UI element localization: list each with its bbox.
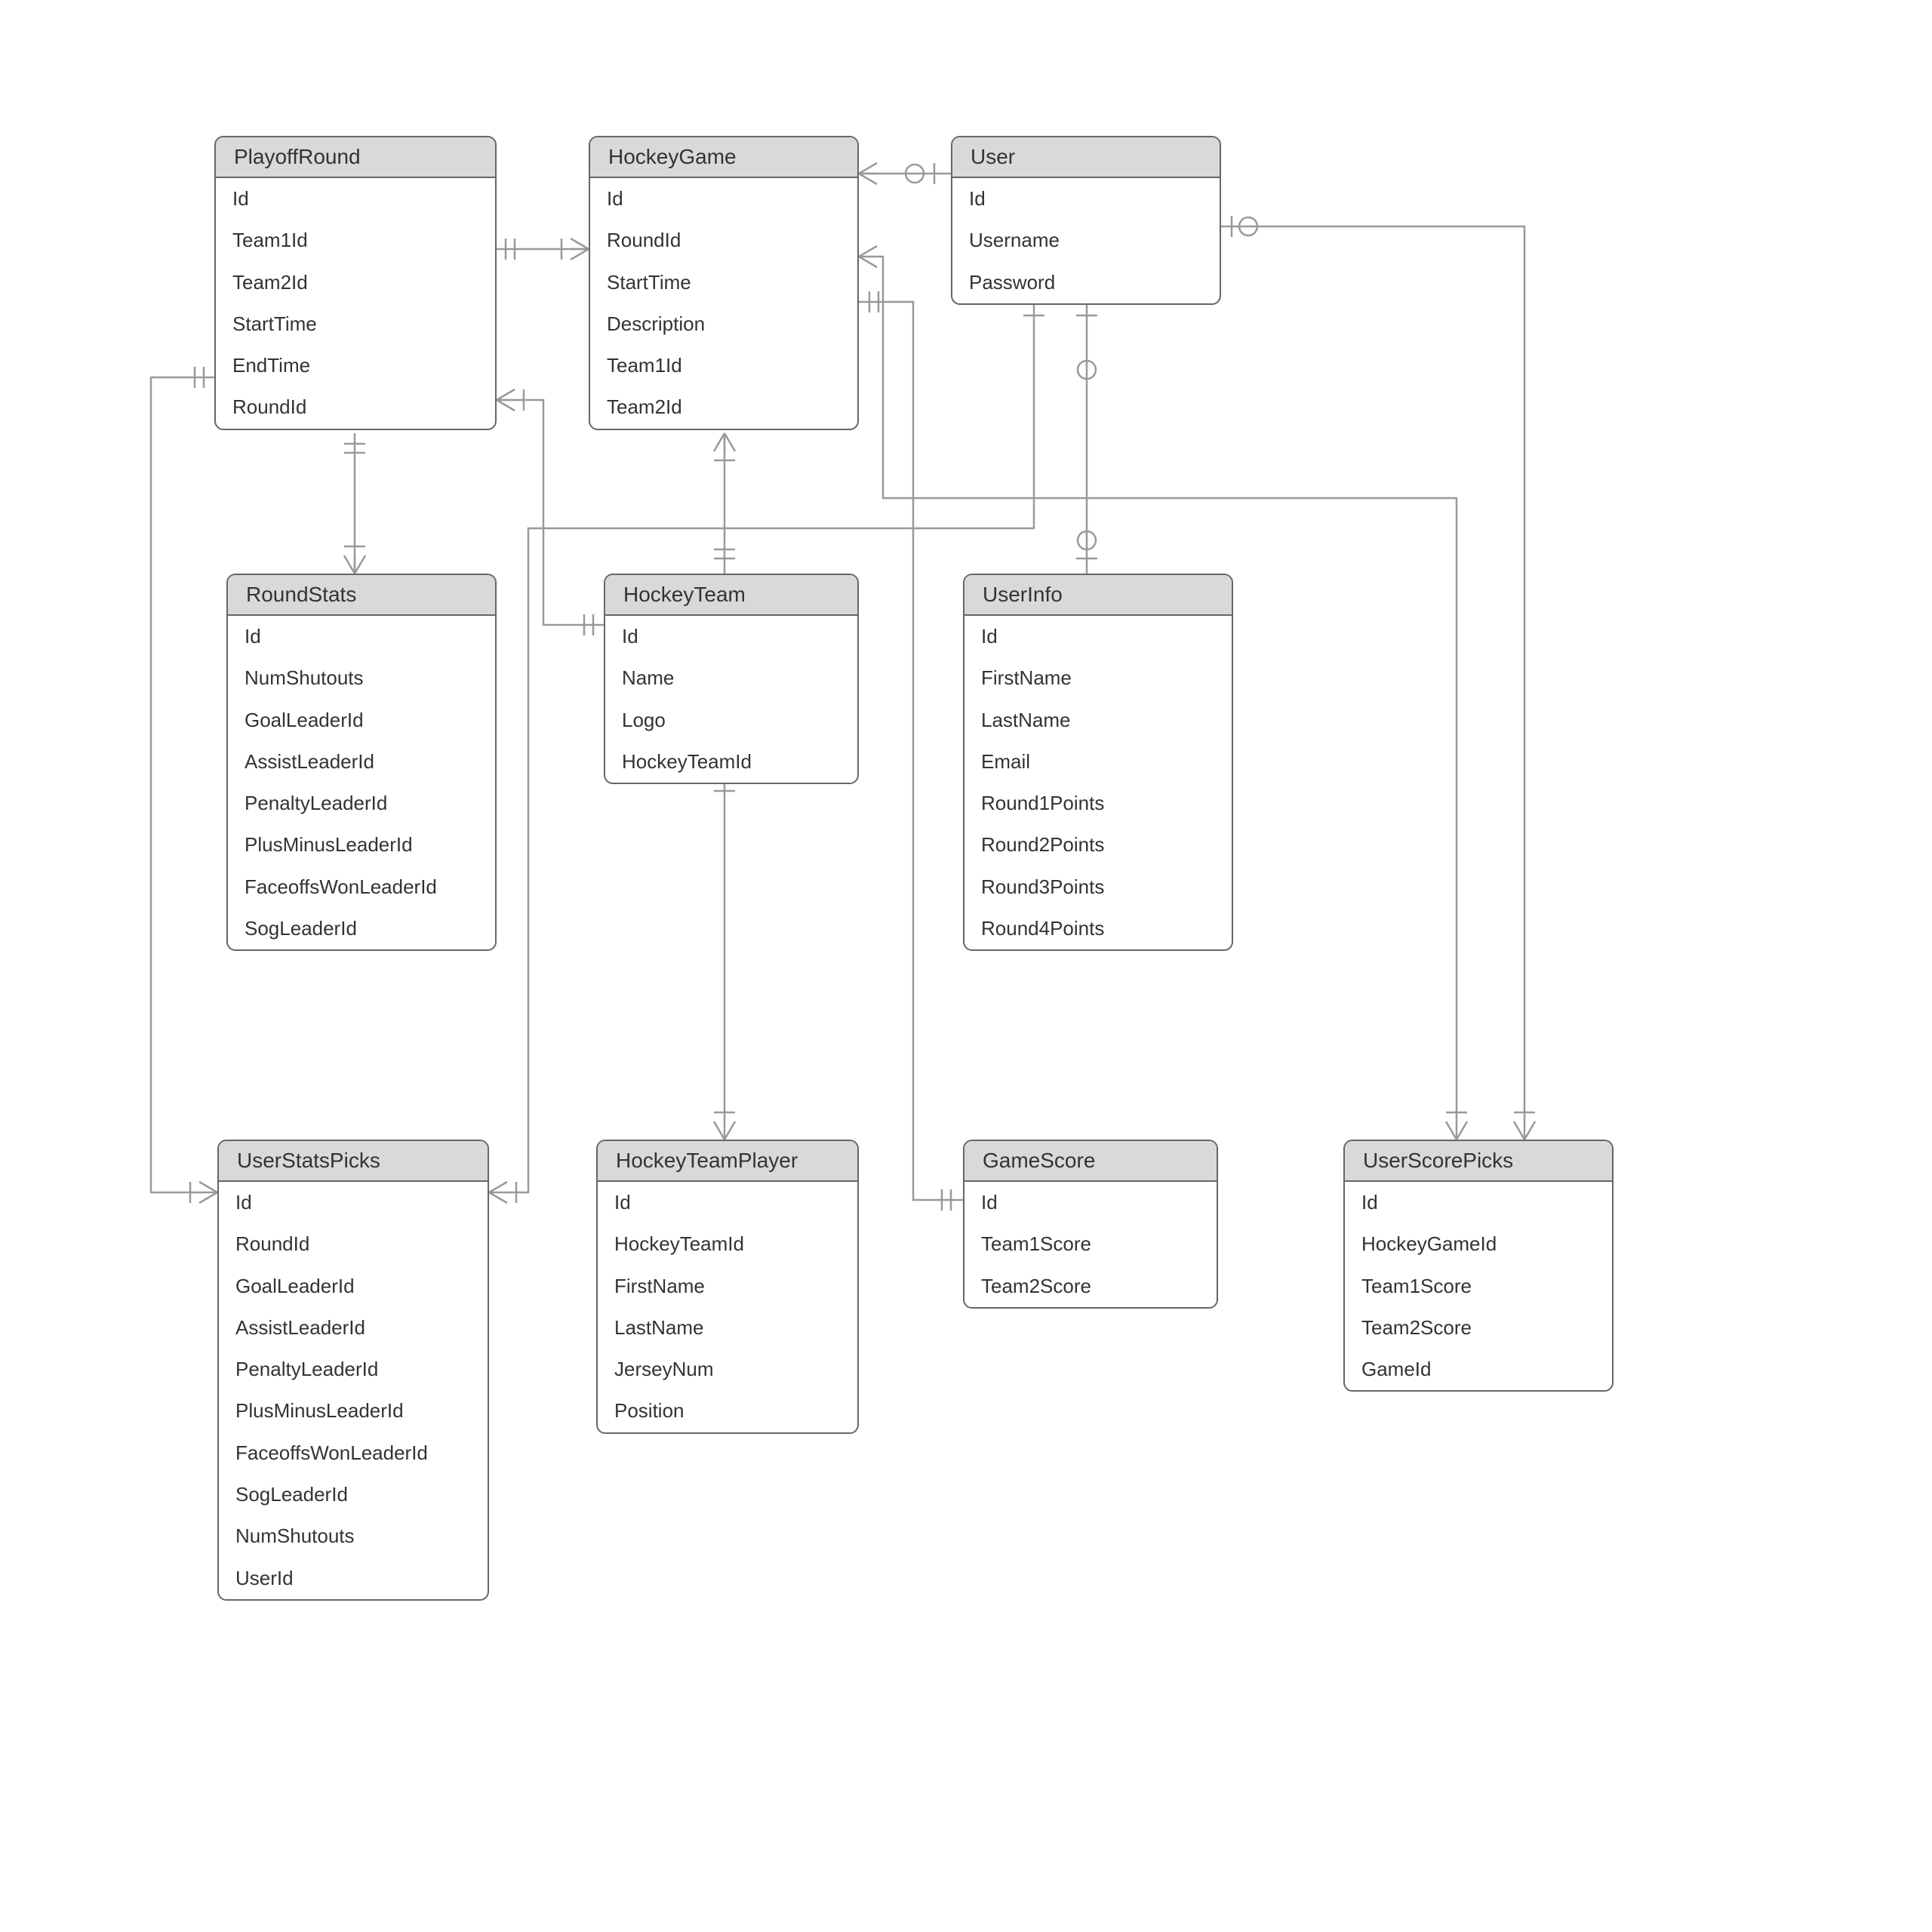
- table-field: PlusMinusLeaderId: [219, 1390, 488, 1432]
- table-field: RoundId: [216, 386, 495, 428]
- table-title: User: [952, 137, 1220, 178]
- table-fields: IdNameLogoHockeyTeamId: [605, 616, 857, 783]
- table-fields: IdUsernamePassword: [952, 178, 1220, 303]
- table-field: StartTime: [216, 303, 495, 345]
- table-field: Team2Score: [1345, 1307, 1612, 1349]
- table-field: Password: [952, 262, 1220, 303]
- table-fields: IdRoundIdStartTimeDescriptionTeam1IdTeam…: [590, 178, 857, 429]
- table-userinfo: UserInfo IdFirstNameLastNameEmailRound1P…: [963, 574, 1233, 951]
- table-userscorepicks: UserScorePicks IdHockeyGameIdTeam1ScoreT…: [1343, 1140, 1614, 1392]
- table-field: Logo: [605, 700, 857, 741]
- table-field: Id: [952, 178, 1220, 220]
- table-field: Team1Score: [964, 1223, 1217, 1265]
- table-field: JerseyNum: [598, 1349, 857, 1390]
- table-hockeyteam: HockeyTeam IdNameLogoHockeyTeamId: [604, 574, 859, 784]
- table-title: GameScore: [964, 1141, 1217, 1182]
- table-field: Team1Id: [590, 345, 857, 386]
- table-field: LastName: [598, 1307, 857, 1349]
- table-field: Email: [964, 741, 1232, 783]
- table-title: UserStatsPicks: [219, 1141, 488, 1182]
- table-fields: IdNumShutoutsGoalLeaderIdAssistLeaderIdP…: [228, 616, 495, 949]
- table-title: RoundStats: [228, 575, 495, 616]
- table-field: EndTime: [216, 345, 495, 386]
- table-field: Round4Points: [964, 908, 1232, 949]
- table-field: Round3Points: [964, 866, 1232, 908]
- table-field: LastName: [964, 700, 1232, 741]
- table-fields: IdTeam1ScoreTeam2Score: [964, 1182, 1217, 1307]
- table-user: User IdUsernamePassword: [951, 136, 1221, 305]
- table-field: Round1Points: [964, 783, 1232, 824]
- table-field: HockeyTeamId: [605, 741, 857, 783]
- table-hockeyteamplayer: HockeyTeamPlayer IdHockeyTeamIdFirstName…: [596, 1140, 859, 1434]
- table-field: PlusMinusLeaderId: [228, 824, 495, 866]
- table-roundstats: RoundStats IdNumShutoutsGoalLeaderIdAssi…: [226, 574, 497, 951]
- table-field: GoalLeaderId: [228, 700, 495, 741]
- table-field: Username: [952, 220, 1220, 261]
- table-fields: IdHockeyGameIdTeam1ScoreTeam2ScoreGameId: [1345, 1182, 1612, 1390]
- table-field: Id: [964, 616, 1232, 657]
- table-playoffround: PlayoffRound IdTeam1IdTeam2IdStartTimeEn…: [214, 136, 497, 430]
- table-field: Team1Score: [1345, 1266, 1612, 1307]
- table-field: Id: [605, 616, 857, 657]
- table-field: FirstName: [964, 657, 1232, 699]
- table-gamescore: GameScore IdTeam1ScoreTeam2Score: [963, 1140, 1218, 1309]
- table-field: GameId: [1345, 1349, 1612, 1390]
- table-field: FirstName: [598, 1266, 857, 1307]
- table-field: NumShutouts: [228, 657, 495, 699]
- table-field: GoalLeaderId: [219, 1266, 488, 1307]
- table-field: Round2Points: [964, 824, 1232, 866]
- table-fields: IdRoundIdGoalLeaderIdAssistLeaderIdPenal…: [219, 1182, 488, 1599]
- table-fields: IdFirstNameLastNameEmailRound1PointsRoun…: [964, 616, 1232, 949]
- table-userstatspicks: UserStatsPicks IdRoundIdGoalLeaderIdAssi…: [217, 1140, 489, 1601]
- table-field: SogLeaderId: [219, 1474, 488, 1515]
- table-field: Id: [216, 178, 495, 220]
- er-diagram: PlayoffRound IdTeam1IdTeam2IdStartTimeEn…: [0, 0, 1932, 1932]
- table-field: HockeyTeamId: [598, 1223, 857, 1265]
- table-field: RoundId: [590, 220, 857, 261]
- table-title: HockeyTeam: [605, 575, 857, 616]
- table-field: PenaltyLeaderId: [228, 783, 495, 824]
- table-field: Id: [590, 178, 857, 220]
- table-field: Team2Id: [590, 386, 857, 428]
- table-field: AssistLeaderId: [228, 741, 495, 783]
- table-fields: IdTeam1IdTeam2IdStartTimeEndTimeRoundId: [216, 178, 495, 429]
- table-field: SogLeaderId: [228, 908, 495, 949]
- table-field: UserId: [219, 1558, 488, 1599]
- table-title: PlayoffRound: [216, 137, 495, 178]
- table-field: Team1Id: [216, 220, 495, 261]
- table-field: RoundId: [219, 1223, 488, 1265]
- table-field: Position: [598, 1390, 857, 1432]
- table-title: UserInfo: [964, 575, 1232, 616]
- table-title: UserScorePicks: [1345, 1141, 1612, 1182]
- table-field: Team2Score: [964, 1266, 1217, 1307]
- table-field: FaceoffsWonLeaderId: [219, 1432, 488, 1474]
- table-field: Id: [598, 1182, 857, 1223]
- table-field: StartTime: [590, 262, 857, 303]
- table-field: Team2Id: [216, 262, 495, 303]
- table-field: HockeyGameId: [1345, 1223, 1612, 1265]
- table-field: FaceoffsWonLeaderId: [228, 866, 495, 908]
- table-field: Id: [228, 616, 495, 657]
- table-field: Id: [964, 1182, 1217, 1223]
- table-field: NumShutouts: [219, 1515, 488, 1557]
- table-field: AssistLeaderId: [219, 1307, 488, 1349]
- table-title: HockeyGame: [590, 137, 857, 178]
- table-title: HockeyTeamPlayer: [598, 1141, 857, 1182]
- table-field: Name: [605, 657, 857, 699]
- table-field: Id: [1345, 1182, 1612, 1223]
- table-field: Description: [590, 303, 857, 345]
- table-field: Id: [219, 1182, 488, 1223]
- table-fields: IdHockeyTeamIdFirstNameLastNameJerseyNum…: [598, 1182, 857, 1432]
- table-field: PenaltyLeaderId: [219, 1349, 488, 1390]
- table-hockeygame: HockeyGame IdRoundIdStartTimeDescription…: [589, 136, 859, 430]
